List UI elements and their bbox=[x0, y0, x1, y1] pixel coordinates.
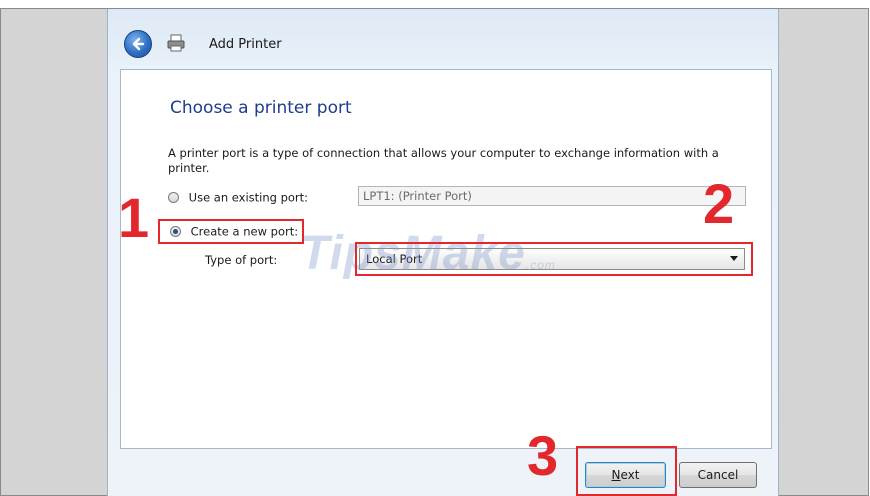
title-bar: Add Printer bbox=[108, 9, 778, 69]
page-description: A printer port is a type of connection t… bbox=[168, 146, 719, 175]
existing-port-option[interactable]: Use an existing port: bbox=[168, 190, 308, 205]
existing-port-label: Use an existing port: bbox=[188, 190, 309, 205]
watermark-suffix: .com bbox=[525, 258, 556, 272]
annotation-number-3: 3 bbox=[527, 424, 559, 487]
new-port-label: Create a new port: bbox=[190, 224, 299, 239]
new-port-radio[interactable] bbox=[170, 226, 181, 237]
type-of-port-label: Type of port: bbox=[205, 253, 278, 267]
new-port-option[interactable]: Create a new port: bbox=[170, 224, 298, 239]
annotation-number-2: 2 bbox=[703, 172, 735, 235]
back-button[interactable] bbox=[124, 30, 152, 58]
chevron-down-icon bbox=[730, 256, 738, 261]
next-button[interactable]: Next bbox=[585, 462, 666, 488]
watermark: TipsMake.com bbox=[300, 226, 556, 281]
back-arrow-icon bbox=[132, 37, 145, 51]
printer-icon bbox=[167, 34, 185, 52]
annotation-number-1: 1 bbox=[118, 186, 150, 249]
cancel-button[interactable]: Cancel bbox=[679, 462, 757, 488]
existing-port-radio[interactable] bbox=[168, 192, 179, 203]
window-title: Add Printer bbox=[209, 37, 282, 52]
watermark-text: TipsMake bbox=[300, 227, 526, 280]
existing-port-field[interactable]: LPT1: (Printer Port) bbox=[358, 186, 746, 206]
page-heading: Choose a printer port bbox=[170, 98, 352, 118]
